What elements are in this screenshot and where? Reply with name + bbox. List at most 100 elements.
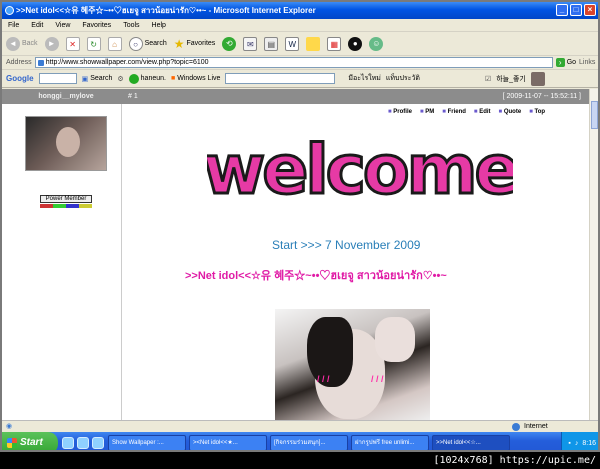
browser-window: >>Net idol<<☆유 혜주☆~••♡ฮเยจู สาวน้อยน่ารั…: [0, 0, 600, 452]
quote-button[interactable]: Quote: [499, 109, 521, 115]
print-icon[interactable]: ▤: [264, 36, 279, 51]
tray-volume-icon[interactable]: ♪: [575, 440, 579, 447]
quick-launch-messenger-icon[interactable]: [77, 437, 89, 449]
resolution-watermark: [1024x768] https://upic.me/: [433, 455, 596, 466]
rank-stripes: [40, 204, 92, 208]
qq-icon[interactable]: ●: [348, 36, 363, 51]
links-label[interactable]: Links: [579, 59, 595, 66]
back-arrow-icon: ◄: [6, 36, 20, 51]
go-button[interactable]: › Go: [555, 58, 576, 67]
google-search-icon: ▣: [81, 75, 89, 83]
post-actions: Profile PM Friend Edit Quote Top: [388, 109, 545, 115]
search-button[interactable]: ○ Search: [128, 36, 167, 51]
task-net-idol-active[interactable]: >>Net idol<<☆...: [432, 435, 510, 450]
profile-button[interactable]: Profile: [388, 109, 412, 115]
quick-launch-desktop-icon[interactable]: [92, 437, 104, 449]
edit-icon[interactable]: W: [285, 36, 300, 51]
messenger-icon[interactable]: ☺: [369, 36, 384, 51]
taskbar: Start Show Wallpaper :... ><Net idol<<★.…: [2, 432, 598, 450]
pm-button[interactable]: PM: [420, 109, 434, 115]
google-search-button[interactable]: ▣ Search: [82, 75, 113, 83]
menu-tools[interactable]: Tools: [123, 19, 139, 31]
task-show-wallpaper[interactable]: Show Wallpaper :...: [108, 435, 186, 450]
quick-launch: [62, 437, 104, 449]
welcome-banner: welcome: [207, 130, 513, 212]
title-bar: >>Net idol<<☆유 혜주☆~••♡ฮเยจู สาวน้อยน่ารั…: [2, 2, 598, 19]
user-button[interactable]: haneun.: [128, 73, 166, 84]
user-avatar: [25, 116, 107, 171]
task-activity[interactable]: [กิจกรรมร่วมสนุก]...: [270, 435, 348, 450]
blush-right-icon: / / /: [371, 374, 384, 384]
photo-hair: [307, 317, 353, 387]
menu-file[interactable]: File: [8, 19, 19, 31]
address-bar: Address http://www.showwallpaper.com/vie…: [2, 56, 598, 70]
post-number: # 1: [128, 93, 138, 100]
task-free-upload[interactable]: ฝากรูปฟรี free unlimi...: [351, 435, 429, 450]
menu-view[interactable]: View: [55, 19, 70, 31]
whats-new-link[interactable]: มีอะไรใหม่: [348, 73, 381, 84]
history-tab-link[interactable]: แท็บประวัติ: [386, 73, 420, 84]
research-icon[interactable]: ▦: [327, 36, 342, 51]
rank-badge: Power Member: [40, 195, 92, 203]
windows-flag-icon: ■: [170, 75, 176, 82]
blush-left-icon: / / /: [317, 374, 330, 384]
search-icon: ○: [128, 36, 143, 51]
welcome-text: welcome: [207, 131, 513, 210]
page-content: honggi__mylove # 1 [ 2009-11-07 -- 15:52…: [2, 89, 589, 420]
status-icon: [128, 73, 139, 84]
friend-button[interactable]: Friend: [442, 109, 466, 115]
refresh-icon[interactable]: ↻: [86, 36, 101, 51]
vertical-scrollbar[interactable]: [589, 89, 598, 420]
minimize-button[interactable]: _: [556, 4, 568, 16]
back-button[interactable]: ◄ Back: [6, 36, 38, 51]
tray-network-icon[interactable]: ▪: [568, 440, 570, 447]
menu-bar: File Edit View Favorites Tools Help: [2, 19, 598, 32]
top-button[interactable]: Top: [529, 109, 545, 115]
task-net-idol-1[interactable]: ><Net idol<<★...: [189, 435, 267, 450]
profile-avatar[interactable]: [530, 71, 545, 86]
post-date: [ 2009-11-07 -- 15:52:11 ]: [502, 93, 581, 100]
mail-icon[interactable]: ✉: [243, 36, 258, 51]
post-header: honggi__mylove # 1 [ 2009-11-07 -- 15:52…: [2, 89, 589, 104]
security-zone: Internet: [512, 421, 548, 432]
favorites-button[interactable]: ★ Favorites: [174, 37, 216, 51]
history-icon[interactable]: ⟲: [222, 36, 237, 51]
star-icon: ★: [173, 36, 185, 51]
stop-icon[interactable]: ✕: [65, 36, 80, 51]
standard-toolbar: ◄ Back ► ✕ ↻ ⌂ ○ Search ★ Favorites ⟲ ✉ ▤ W…: [2, 32, 598, 56]
address-label: Address: [6, 59, 32, 66]
photo-hand: [375, 317, 415, 362]
window-title: >>Net idol<<☆유 혜주☆~••♡ฮเยจู สาวน้อยน่ารั…: [16, 6, 316, 15]
page-done-icon: ◉: [6, 423, 13, 430]
tray-clock[interactable]: 8:16: [582, 440, 596, 447]
status-bar: ◉ Internet: [2, 420, 598, 432]
menu-help[interactable]: Help: [152, 19, 166, 31]
maximize-button[interactable]: □: [570, 4, 582, 16]
checkbox-icon[interactable]: ☑: [485, 75, 491, 83]
address-input[interactable]: http://www.showwallpaper.com/view.php?to…: [34, 57, 553, 68]
ie-icon: [5, 6, 14, 15]
start-date-text: Start >>> 7 November 2009: [272, 238, 421, 252]
quick-launch-ie-icon[interactable]: [62, 437, 74, 449]
profile-link[interactable]: 하늘_좋기: [496, 74, 526, 84]
google-search-box[interactable]: [38, 73, 77, 84]
home-icon[interactable]: ⌂: [107, 36, 122, 51]
edit-button[interactable]: Edit: [474, 109, 490, 115]
settings-icon[interactable]: ⚙: [117, 75, 123, 83]
windows-live-button[interactable]: ■ Windows Live: [171, 75, 220, 82]
google-logo: Google: [6, 74, 34, 83]
menu-edit[interactable]: Edit: [31, 19, 43, 31]
idol-photo: / / / / / /: [275, 309, 430, 420]
folder-icon[interactable]: [306, 36, 321, 51]
menu-favorites[interactable]: Favorites: [82, 19, 111, 31]
start-button[interactable]: Start: [2, 432, 58, 450]
live-search-input[interactable]: [225, 73, 336, 84]
scrollbar-thumb[interactable]: [591, 101, 598, 129]
google-toolbar: Google ▣ Search ⚙ haneun. ■ Windows Live ม…: [2, 70, 598, 88]
close-button[interactable]: ×: [584, 4, 596, 16]
go-arrow-icon: ›: [555, 58, 565, 67]
post-username[interactable]: honggi__mylove: [12, 89, 120, 104]
user-panel: Power Member: [12, 104, 122, 420]
net-idol-title: >>Net idol<<☆유 혜주☆~••♡ฮเยจู สาวน้อยน่ารั…: [185, 270, 447, 282]
forward-button[interactable]: ►: [44, 36, 59, 51]
